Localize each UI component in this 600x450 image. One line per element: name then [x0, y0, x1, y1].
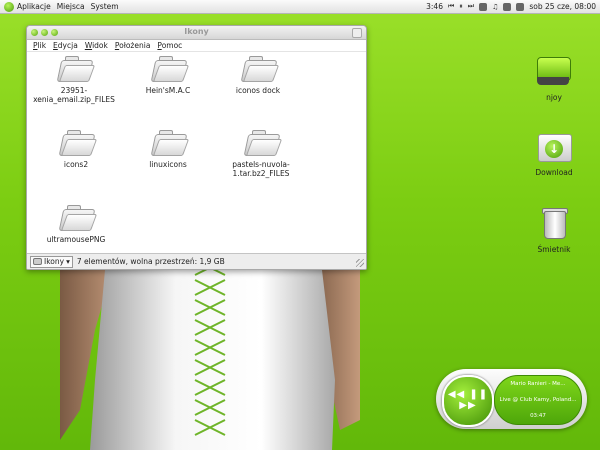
folder-view[interactable]: 23951-xenia_email.zip_FILES Hein'sM.A.C …: [27, 51, 366, 251]
menu-view[interactable]: Widok: [85, 41, 108, 50]
music-player-widget: ◀◀ ❚❚ ▶▶ Mario Ranieri - Me... Live @ Cl…: [436, 369, 587, 429]
desktop-icon-label: njoy: [546, 93, 562, 102]
volume-icon[interactable]: [503, 2, 512, 11]
desktop-icon-download[interactable]: ↓ Download: [524, 130, 584, 177]
drive-icon: [537, 55, 571, 89]
folder-icon: [240, 55, 280, 82]
desktop-icon-drive[interactable]: njoy: [524, 55, 584, 102]
chevron-down-icon: ▾: [66, 257, 70, 266]
music-note-icon[interactable]: ♫: [492, 3, 498, 11]
player-artist: Mario Ranieri - Me...: [510, 381, 566, 387]
trash-icon: [537, 207, 571, 241]
menu-help[interactable]: Pomoc: [157, 41, 182, 50]
desktop-icon-label: Śmietnik: [537, 245, 571, 254]
player-time: 03:47: [530, 413, 546, 419]
location-label: Ikony: [44, 257, 65, 266]
folder-item[interactable]: pastels-nuvola-1.tar.bz2_FILES: [213, 129, 309, 178]
folder-icon: [150, 55, 190, 82]
folder-item[interactable]: linuxicons: [123, 129, 213, 169]
window-menu-icon[interactable]: [352, 28, 362, 38]
download-folder-icon: ↓: [537, 130, 572, 164]
window-title: Ikony: [184, 27, 209, 36]
tray-app-icon[interactable]: [479, 2, 488, 11]
folder-icon: [150, 129, 190, 156]
drive-icon: [33, 258, 42, 265]
panel-menu-system[interactable]: System: [91, 2, 119, 11]
clock[interactable]: sob 25 cze, 08:00: [529, 2, 596, 11]
location-selector[interactable]: Ikony ▾: [30, 255, 73, 268]
panel-menu-applications[interactable]: Aplikacje: [17, 2, 51, 11]
folder-item[interactable]: ultramousePNG: [31, 204, 121, 244]
folder-icon: [58, 204, 98, 231]
desktop-icon-label: Download: [535, 168, 573, 177]
pause-icon[interactable]: ⏸: [459, 2, 463, 11]
player-display: Mario Ranieri - Me... Live @ Club Kamy, …: [494, 375, 582, 425]
status-summary: 7 elementów, wolna przestrzeń: 1,9 GB: [76, 257, 225, 266]
top-panel: Aplikacje Miejsca System 3:46 ⏮ ⏸ ⏭ ♫ so…: [0, 0, 600, 14]
folder-label: pastels-nuvola-1.tar.bz2_FILES: [232, 160, 290, 178]
folder-label: icons2: [63, 160, 89, 169]
menu-edit[interactable]: Edycja: [53, 41, 78, 50]
folder-icon: [58, 129, 98, 156]
distro-logo-icon[interactable]: [4, 1, 14, 12]
desktop-icon-trash[interactable]: Śmietnik: [524, 207, 584, 254]
folder-label: 23951-xenia_email.zip_FILES: [33, 86, 115, 104]
folder-item[interactable]: 23951-xenia_email.zip_FILES: [29, 55, 119, 104]
menu-file[interactable]: Plik: [33, 41, 46, 50]
folder-item[interactable]: icons2: [31, 129, 121, 169]
player-controls[interactable]: ◀◀ ❚❚ ▶▶: [442, 389, 494, 411]
resize-grip-icon[interactable]: [356, 259, 364, 267]
file-manager-window: Ikony Plik Edycja Widok Położenia Pomoc …: [26, 25, 367, 270]
next-track-icon[interactable]: ⏭: [468, 2, 474, 11]
status-bar: Ikony ▾ 7 elementów, wolna przestrzeń: 1…: [27, 253, 366, 269]
folder-label: Hein'sM.A.C: [145, 86, 191, 95]
player-track: Live @ Club Kamy, Poland...: [499, 397, 577, 403]
folder-label: ultramousePNG: [46, 235, 106, 244]
menu-places[interactable]: Położenia: [115, 41, 151, 50]
folder-icon: [56, 55, 96, 82]
folder-item[interactable]: iconos dock: [213, 55, 303, 95]
panel-menu-places[interactable]: Miejsca: [57, 2, 85, 11]
folder-label: linuxicons: [149, 160, 187, 169]
window-titlebar[interactable]: Ikony: [27, 26, 366, 40]
network-icon[interactable]: [516, 2, 525, 11]
folder-item[interactable]: Hein'sM.A.C: [123, 55, 213, 95]
previous-track-icon[interactable]: ⏮: [448, 2, 454, 11]
media-time: 3:46: [426, 2, 443, 11]
folder-icon: [243, 129, 283, 156]
folder-label: iconos dock: [235, 86, 281, 95]
